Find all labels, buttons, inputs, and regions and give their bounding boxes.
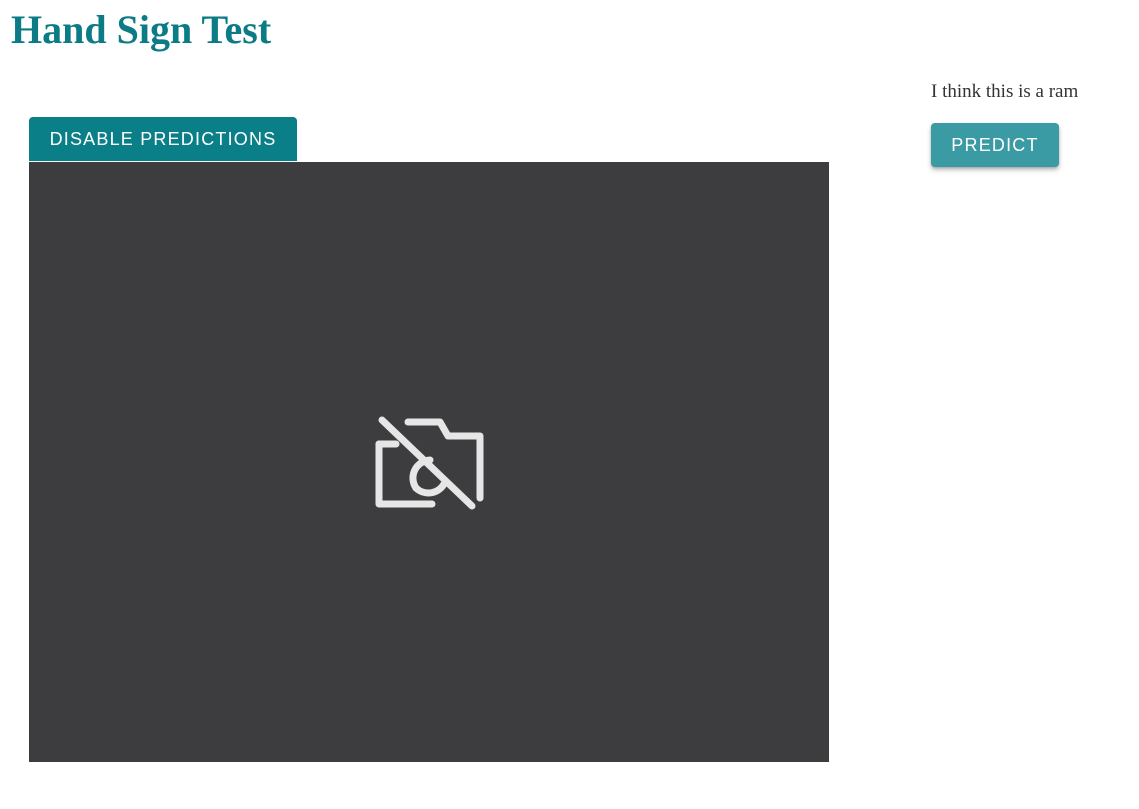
page-title: Hand Sign Test — [11, 7, 272, 52]
predict-button[interactable]: PREDICT — [931, 123, 1059, 167]
prediction-text: I think this is a ram — [931, 81, 1079, 102]
camera-off-icon — [375, 416, 484, 510]
disable-predictions-button[interactable]: DISABLE PREDICTIONS — [29, 117, 297, 161]
